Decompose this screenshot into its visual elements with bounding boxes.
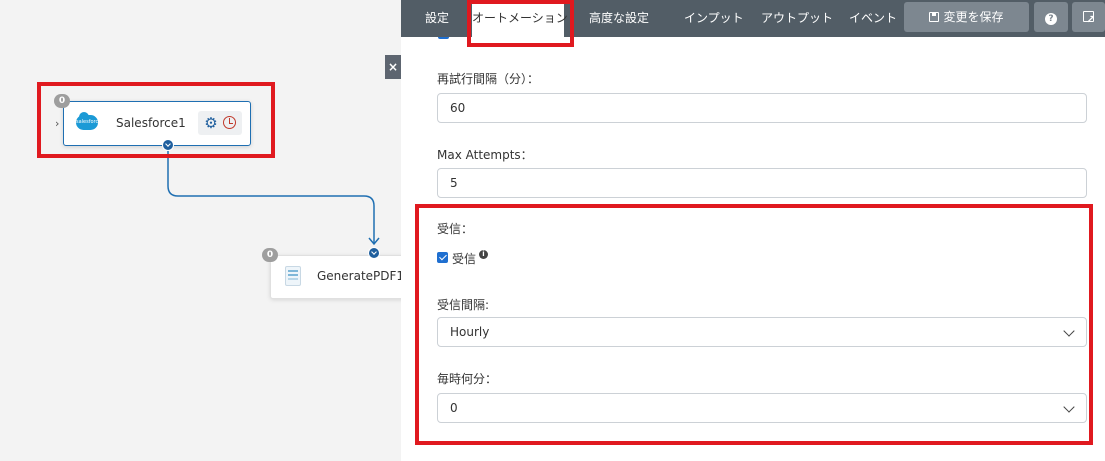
tab-input[interactable]: インプット	[684, 0, 744, 37]
tab-automation[interactable]: オートメーション	[472, 0, 568, 37]
salesforce-node[interactable]: › salesforce Salesforce1 ⚙	[55, 101, 251, 146]
receive-section-label: 受信：	[437, 222, 474, 236]
node-label: GeneratePDF1	[317, 269, 401, 283]
tab-events[interactable]: イベント	[849, 0, 897, 37]
save-changes-label: 変更を保存	[943, 10, 1004, 24]
help-button[interactable]: ?	[1034, 2, 1068, 32]
generatepdf-node[interactable]: GeneratePDF1	[270, 255, 401, 299]
chevron-down-icon	[1063, 325, 1075, 337]
tab-output[interactable]: アウトプット	[761, 0, 833, 37]
clock-icon[interactable]	[223, 116, 236, 129]
receive-checkbox-label: 受信	[452, 252, 477, 266]
receive-interval-select[interactable]: Hourly	[437, 317, 1087, 347]
generate-pdf-icon	[285, 266, 301, 286]
max-attempts-input[interactable]: 5	[437, 168, 1087, 198]
flow-canvas[interactable]: › salesforce Salesforce1 ⚙ 0 GeneratePDF…	[0, 0, 401, 461]
settings-panel: 送 再試行間隔（分）： 60 Max Attempts： 5 受信： 受信 i …	[401, 0, 1105, 461]
max-attempts-label: Max Attempts：	[437, 148, 533, 162]
salesforce-logo-icon: salesforce	[76, 112, 102, 130]
minute-of-hour-select[interactable]: 0	[437, 393, 1087, 423]
node-count-badge: 0	[262, 248, 278, 262]
receive-interval-value: Hourly	[450, 325, 490, 339]
output-port-icon[interactable]	[162, 139, 174, 151]
save-icon	[929, 12, 940, 22]
receive-checkbox[interactable]	[437, 252, 448, 263]
close-panel-button[interactable]: ×	[385, 55, 401, 79]
input-port-icon[interactable]	[368, 247, 380, 259]
retry-interval-label: 再試行間隔（分）：	[437, 72, 540, 86]
info-icon[interactable]: i	[479, 250, 488, 259]
save-changes-button[interactable]: 変更を保存	[904, 2, 1029, 32]
expand-caret-icon[interactable]: ›	[55, 117, 59, 130]
chevron-down-icon	[1063, 401, 1075, 413]
node-toolbar: ⚙	[198, 111, 242, 135]
salesforce-logo-text: salesforce	[76, 119, 102, 125]
connector-line	[167, 150, 380, 246]
gear-icon[interactable]: ⚙	[203, 115, 219, 131]
minute-of-hour-label: 毎時何分：	[437, 372, 498, 386]
node-count-badge: 0	[54, 94, 70, 108]
external-link-icon	[1083, 5, 1095, 35]
node-label: Salesforce1	[116, 116, 186, 130]
tab-bar: 設定 オートメーション 高度な設定 インプット アウトプット イベント 変更を保…	[401, 0, 1105, 37]
tab-settings[interactable]: 設定	[425, 0, 449, 37]
tab-advanced-settings[interactable]: 高度な設定	[589, 0, 649, 37]
retry-interval-input[interactable]: 60	[437, 93, 1087, 123]
help-icon: ?	[1045, 13, 1057, 25]
open-external-button[interactable]	[1072, 2, 1105, 35]
receive-interval-label: 受信間隔:	[437, 298, 490, 312]
minute-of-hour-value: 0	[450, 401, 458, 415]
